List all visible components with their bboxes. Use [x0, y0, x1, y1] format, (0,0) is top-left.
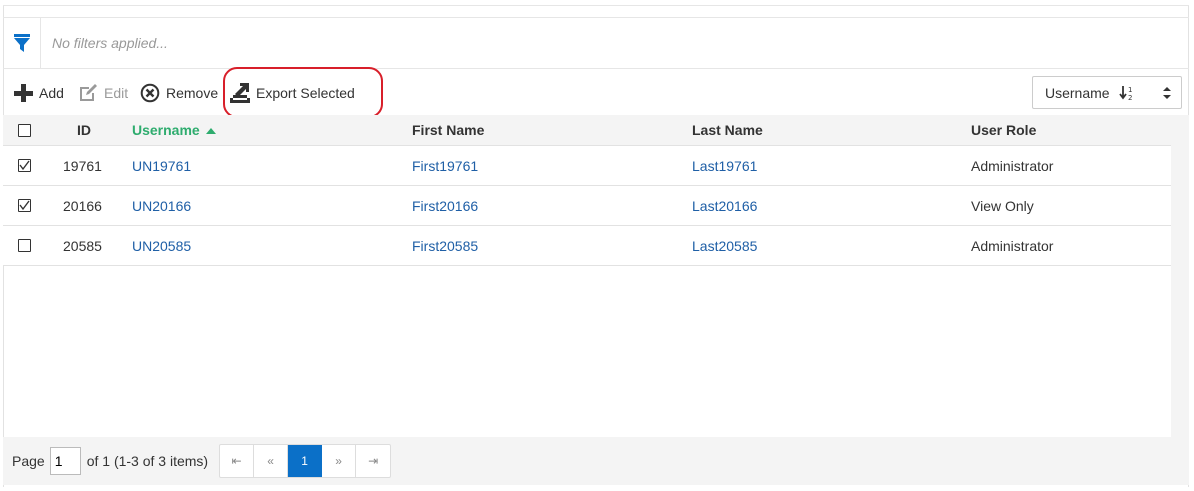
last-page-button[interactable]: ⇥ [356, 445, 390, 477]
cell-id: 20585 [63, 237, 102, 254]
cell-user-role: Administrator [971, 157, 1054, 174]
remove-button[interactable]: Remove [140, 70, 218, 115]
filter-icon[interactable] [3, 18, 41, 68]
filter-bar: No filters applied... [3, 17, 1189, 69]
export-selected-label: Export Selected [256, 84, 355, 101]
table-row[interactable]: 20166 UN20166 First20166 Last20166 View … [3, 186, 1171, 226]
cell-username-link[interactable]: UN19761 [132, 146, 191, 185]
users-grid: ID Username First Name Last Name User Ro… [3, 115, 1171, 266]
remove-label: Remove [166, 84, 219, 101]
cell-first-name-link[interactable]: First19761 [412, 146, 478, 185]
previous-page-button[interactable]: « [254, 445, 289, 477]
cell-first-name-link[interactable]: First20166 [412, 186, 478, 225]
first-page-button[interactable]: ⇤ [220, 445, 255, 477]
grid-scroll-gutter [1171, 115, 1189, 437]
column-header-username[interactable]: Username [132, 115, 216, 145]
column-header-id[interactable]: ID [77, 115, 91, 145]
row-checkbox[interactable] [18, 186, 31, 225]
pager-info: of 1 (1-3 of 3 items) [86, 453, 209, 469]
svg-text:1: 1 [1128, 86, 1132, 94]
pager: Page of 1 (1-3 of 3 items) ⇤ « 1 » ⇥ [3, 437, 1189, 485]
cell-user-role: View Only [971, 197, 1034, 214]
svg-text:2: 2 [1128, 94, 1132, 101]
cell-username-link[interactable]: UN20585 [132, 226, 191, 265]
add-label: Add [39, 84, 64, 101]
pager-buttons: ⇤ « 1 » ⇥ [219, 444, 392, 478]
filter-status-text: No filters applied... [52, 35, 168, 51]
export-icon [230, 82, 250, 103]
cell-last-name-link[interactable]: Last19761 [692, 146, 757, 185]
cell-id: 20166 [63, 197, 102, 214]
cell-last-name-link[interactable]: Last20585 [692, 226, 757, 265]
table-row[interactable]: 20585 UN20585 First20585 Last20585 Admin… [3, 226, 1171, 266]
toolbar: Add Edit Remove Export Selected [3, 70, 1189, 115]
sort-select-value: Username [1045, 84, 1110, 101]
row-checkbox[interactable] [18, 146, 31, 185]
plus-icon [13, 83, 33, 103]
column-header-username-label: Username [132, 122, 200, 138]
edit-label: Edit [104, 84, 129, 101]
cell-user-role: Administrator [971, 237, 1054, 254]
edit-button[interactable]: Edit [78, 70, 128, 115]
next-page-button[interactable]: » [322, 445, 357, 477]
sort-select[interactable]: Username 1 2 [1032, 76, 1182, 109]
cell-last-name-link[interactable]: Last20166 [692, 186, 757, 225]
page-1-button[interactable]: 1 [288, 445, 323, 477]
page-number-input[interactable] [49, 447, 81, 475]
cell-id: 19761 [63, 157, 102, 174]
sort-ascending-icon [205, 127, 216, 134]
remove-circle-icon [140, 83, 160, 103]
select-arrows-icon [1162, 85, 1172, 104]
column-header-last-name[interactable]: Last Name [692, 115, 763, 145]
export-selected-button[interactable]: Export Selected [230, 70, 355, 115]
top-divider [3, 5, 1189, 6]
add-button[interactable]: Add [13, 70, 64, 115]
grid-header: ID Username First Name Last Name User Ro… [3, 115, 1171, 146]
column-header-user-role[interactable]: User Role [971, 115, 1036, 145]
table-row[interactable]: 19761 UN19761 First19761 Last19761 Admin… [3, 146, 1171, 186]
cell-first-name-link[interactable]: First20585 [412, 226, 478, 265]
cell-username-link[interactable]: UN20166 [132, 186, 191, 225]
select-all-checkbox[interactable] [18, 115, 31, 145]
column-header-first-name[interactable]: First Name [412, 115, 484, 145]
pager-page-label: Page [12, 453, 45, 469]
sort-numeric-icon: 1 2 [1118, 85, 1135, 101]
row-checkbox[interactable] [18, 226, 31, 265]
edit-icon [78, 83, 98, 103]
